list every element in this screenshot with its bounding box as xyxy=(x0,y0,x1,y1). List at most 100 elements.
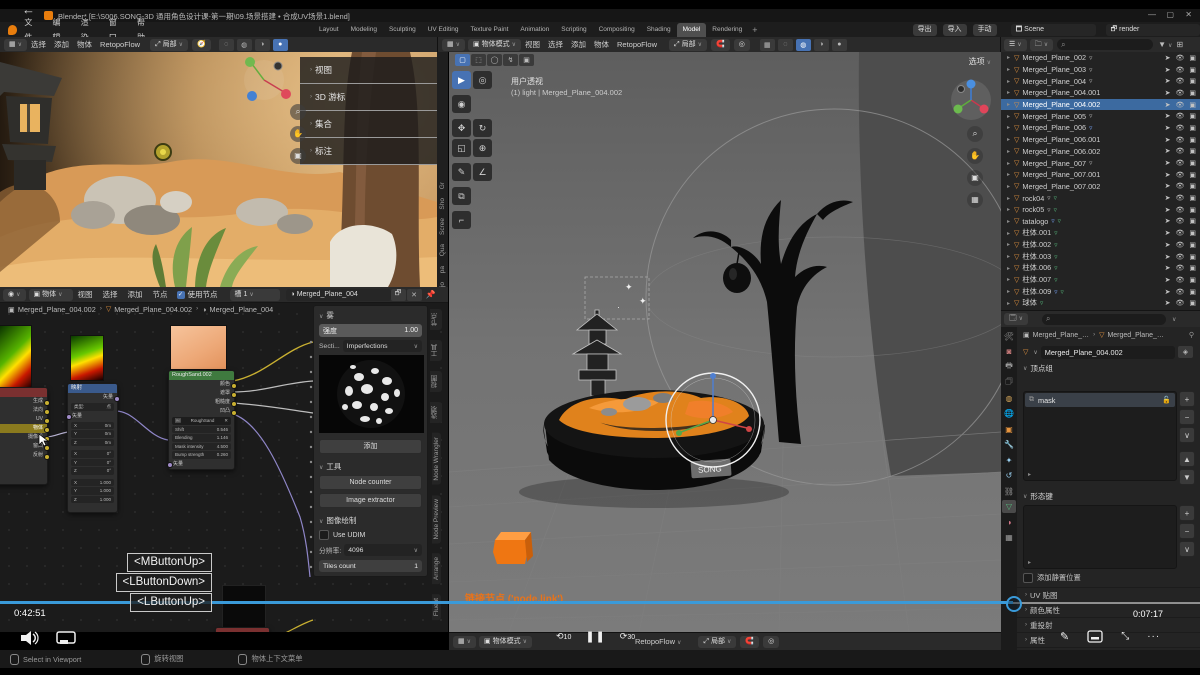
object-tab-icon[interactable]: ▣ xyxy=(1002,423,1016,436)
render-camera-icon[interactable]: ▣ xyxy=(1189,89,1196,97)
disclosure-icon[interactable]: ▸ xyxy=(1007,253,1014,260)
disclosure-icon[interactable]: ▸ xyxy=(1007,206,1014,213)
render-camera-icon[interactable]: ▣ xyxy=(1189,147,1196,155)
measure-tool[interactable]: ∠ xyxy=(473,163,492,181)
disclosure-icon[interactable]: ▸ xyxy=(1007,288,1014,295)
node-output-socket-row[interactable]: 凹凸 xyxy=(169,407,234,416)
hide-eye-icon[interactable]: 👁 xyxy=(1175,253,1184,261)
pan-hand-icon[interactable]: ✋ xyxy=(967,148,983,164)
manual-button[interactable]: 手动 xyxy=(973,24,997,36)
video-progress-remaining[interactable] xyxy=(1013,602,1200,604)
mode-dropdown[interactable]: ▣ 物体模式∨ xyxy=(479,636,532,648)
disclosure-icon[interactable]: ▸ xyxy=(1007,54,1014,61)
snap-magnet-icon[interactable]: 🧲 xyxy=(711,39,730,51)
viewport-menu[interactable]: 添加 xyxy=(50,37,73,52)
scale-tool[interactable]: ◱ xyxy=(452,139,471,157)
selectable-icon[interactable]: ➤ xyxy=(1165,77,1171,85)
disclosure-icon[interactable]: ▸ xyxy=(1007,66,1014,73)
maximize-button[interactable]: ▢ xyxy=(1166,10,1174,19)
hide-eye-icon[interactable]: 👁 xyxy=(1175,112,1184,120)
subtitle-icon[interactable] xyxy=(1087,630,1103,643)
import-button[interactable]: 导入 xyxy=(943,24,967,36)
selectable-icon[interactable]: ➤ xyxy=(1165,147,1171,155)
axis-gizmo[interactable] xyxy=(949,78,993,122)
sidebar-tab[interactable]: 节点 xyxy=(430,309,442,330)
rotation-value[interactable]: Y0° xyxy=(71,459,114,467)
rotate-tool[interactable]: ↻ xyxy=(473,119,492,137)
viewport-menu[interactable]: RetopoFlow xyxy=(613,37,661,52)
image-extractor-button[interactable]: Image extractor xyxy=(319,493,422,508)
fake-user-icon[interactable]: ◈ xyxy=(1178,346,1193,358)
socket-dot[interactable] xyxy=(66,414,72,420)
solid-shading-icon[interactable]: ◍ xyxy=(237,39,252,51)
workspace-tab[interactable]: Texture Paint xyxy=(464,23,514,37)
panel-section-header[interactable]: ∨工具 xyxy=(319,461,422,472)
image-selector[interactable]: 🖼RoughSand✕ xyxy=(172,417,231,425)
editor-type-icon[interactable]: 🗔∨ xyxy=(1004,313,1028,325)
camera-view-icon[interactable]: ▣ xyxy=(967,170,983,186)
node-output-socket-row[interactable]: 颜色 xyxy=(169,380,234,389)
orange-cube[interactable] xyxy=(493,532,533,564)
hide-eye-icon[interactable]: 👁 xyxy=(1175,66,1184,74)
move-down-button[interactable]: ▼ xyxy=(1179,469,1195,485)
remove-shape-key-button[interactable]: − xyxy=(1179,523,1195,539)
disclosure-icon[interactable]: ▸ xyxy=(1007,113,1014,120)
particles-tab-icon[interactable]: ✦ xyxy=(1002,454,1016,467)
list-filter-icon[interactable]: ▸ xyxy=(1028,471,1031,478)
roughsand-group-node[interactable]: RoughSand.002 颜色遮罩粗糙度凹凸 🖼RoughSand✕ Shif… xyxy=(168,370,235,470)
viewport-menu[interactable]: 选择 xyxy=(27,37,50,52)
minimize-button[interactable]: — xyxy=(1148,10,1156,19)
export-button[interactable]: 导出 xyxy=(913,24,937,36)
hide-eye-icon[interactable]: 👁 xyxy=(1175,77,1184,85)
location-value[interactable]: X0m xyxy=(71,422,114,430)
location-value[interactable]: Z0m xyxy=(71,439,114,447)
viewport-main[interactable]: ✦✦· xyxy=(449,52,1001,632)
transform-tool[interactable]: ⊕ xyxy=(473,139,492,157)
selectable-icon[interactable]: ➤ xyxy=(1165,136,1171,144)
disclosure-icon[interactable]: ▸ xyxy=(1007,136,1014,143)
rotation-value[interactable]: X0° xyxy=(71,450,114,458)
material-shading-icon[interactable]: ◑ xyxy=(814,39,829,51)
shape-keys-section[interactable]: ∨形态键 xyxy=(1017,489,1053,503)
shrink-player-icon[interactable]: ⤡ xyxy=(1121,631,1129,642)
hide-eye-icon[interactable]: 👁 xyxy=(1175,229,1184,237)
outliner-row[interactable]: ▸ ▽ Merged_Plane_007 ▿ ▿ ➤ 👁 ▣ xyxy=(1001,157,1200,169)
hide-eye-icon[interactable]: 👁 xyxy=(1175,124,1184,132)
outliner-row[interactable]: ▸ ▽ 柱体.001 ▿ ▿ ➤ 👁 ▣ xyxy=(1001,227,1200,239)
retopoflow-menu[interactable]: RetopoFlow∨ xyxy=(628,634,688,651)
shape-key-specials-button[interactable]: ∨ xyxy=(1179,541,1195,557)
sidebar-tab[interactable]: Fluent xyxy=(432,594,441,620)
workspace-tab[interactable]: Compositing xyxy=(593,23,641,37)
socket-dot[interactable] xyxy=(44,418,50,424)
sidebar-tab[interactable]: 视图 xyxy=(430,371,442,392)
workspace-tab[interactable]: Scripting xyxy=(555,23,592,37)
node-counter-button[interactable]: Node counter xyxy=(319,475,422,490)
render-camera-icon[interactable]: ▣ xyxy=(1189,194,1196,202)
tweak-select-icon[interactable]: ▢ xyxy=(455,54,470,66)
hide-eye-icon[interactable]: 👁 xyxy=(1175,276,1184,284)
list-filter-icon[interactable]: ▸ xyxy=(1028,559,1031,566)
socket-dot[interactable] xyxy=(44,427,50,433)
hide-eye-icon[interactable]: 👁 xyxy=(1175,299,1184,307)
outliner-row[interactable]: ▸ ▽ rock04 ▿ ▿ ➤ 👁 ▣ xyxy=(1001,192,1200,204)
annotate-tool[interactable]: ✎ xyxy=(452,163,471,181)
outliner-row[interactable]: ▸ ▽ 球体 ▿ ▿ ➤ 👁 ▣ xyxy=(1001,297,1200,309)
zoom-icon[interactable]: ⌕ xyxy=(290,104,306,120)
orientation-dropdown[interactable]: ⤢ 局部∨ xyxy=(150,39,188,51)
disclosure-icon[interactable]: ▸ xyxy=(1007,300,1014,307)
more-options-icon[interactable]: ··· xyxy=(1147,631,1160,642)
scene-selector[interactable]: 🗖 Scene xyxy=(1011,24,1096,36)
selectable-icon[interactable]: ➤ xyxy=(1165,276,1171,284)
outliner-row[interactable]: ▸ ▽ tatalogo ▿ ▿ ➤ 👁 ▣ xyxy=(1001,216,1200,228)
node-output-socket-row[interactable]: 矢量 xyxy=(68,393,117,402)
volume-icon[interactable] xyxy=(20,630,40,646)
outliner-row[interactable]: ▸ ▽ Merged_Plane_002 ▿ ▿ ➤ 👁 ▣ xyxy=(1001,52,1200,64)
filter-funnel-icon[interactable]: ▼∨ xyxy=(1158,40,1172,49)
add-shape-key-button[interactable]: + xyxy=(1179,505,1195,521)
selectable-icon[interactable]: ➤ xyxy=(1165,264,1171,272)
panel-section-header[interactable]: ∨图像绘制 xyxy=(319,515,422,526)
panel-section-header[interactable]: ∨雾 xyxy=(319,310,422,321)
outliner-row[interactable]: ▸ ▽ Merged_Plane_006.002 ▿ ▿ ➤ 👁 ▣ xyxy=(1001,146,1200,158)
properties-search-input[interactable]: ⌕ xyxy=(1042,314,1166,325)
overlay-menu-item[interactable]: › 视图 xyxy=(300,57,437,84)
